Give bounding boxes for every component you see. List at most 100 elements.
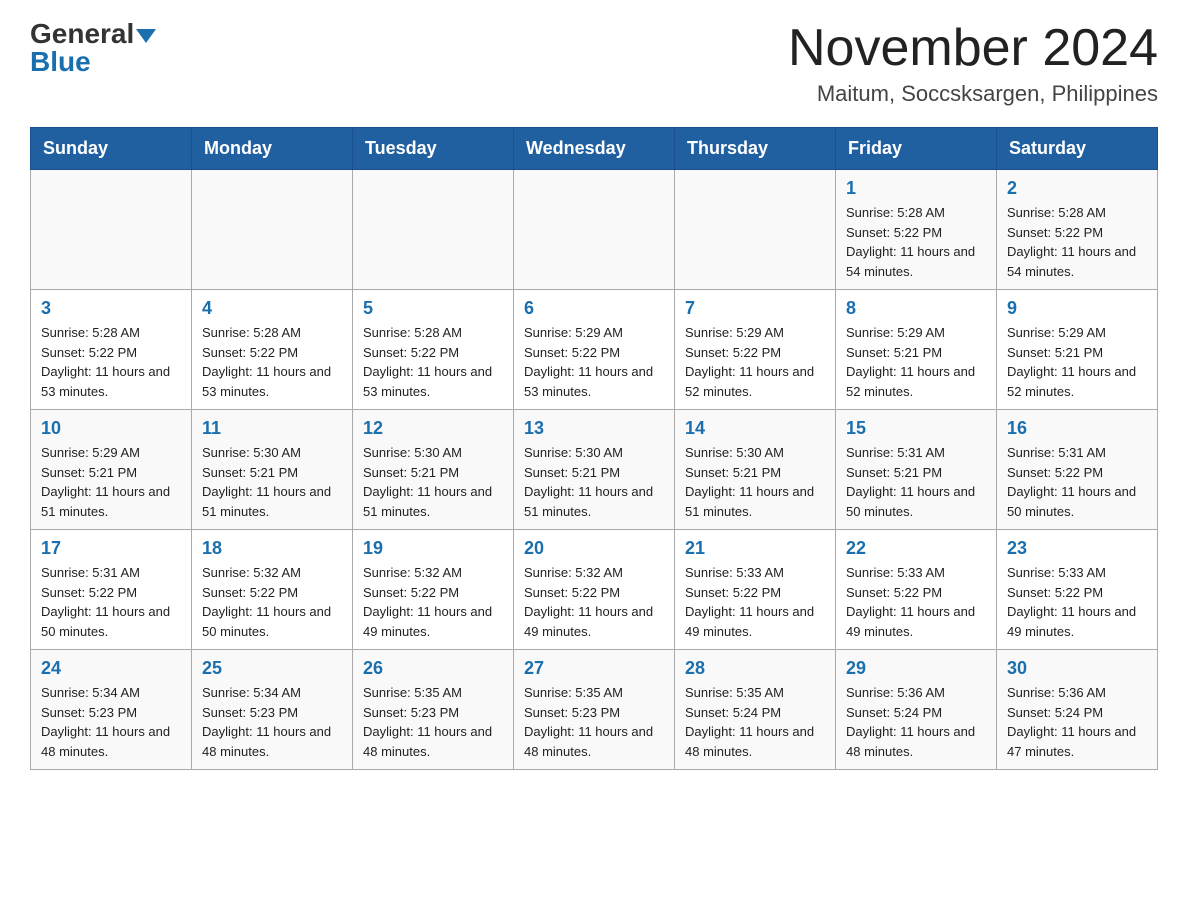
logo: General Blue xyxy=(30,20,156,76)
day-info: Sunrise: 5:28 AM Sunset: 5:22 PM Dayligh… xyxy=(202,323,342,401)
day-info: Sunrise: 5:36 AM Sunset: 5:24 PM Dayligh… xyxy=(846,683,986,761)
day-info: Sunrise: 5:30 AM Sunset: 5:21 PM Dayligh… xyxy=(363,443,503,521)
calendar-cell: 23 Sunrise: 5:33 AM Sunset: 5:22 PM Dayli… xyxy=(997,530,1158,650)
weekday-header-sunday: Sunday xyxy=(31,128,192,170)
calendar-cell: 13Sunrise: 5:30 AM Sunset: 5:21 PM Dayli… xyxy=(514,410,675,530)
calendar-cell: 7 Sunrise: 5:29 AM Sunset: 5:22 PM Daylig… xyxy=(675,290,836,410)
logo-general-label: General xyxy=(30,18,134,49)
day-number: 25 xyxy=(202,658,342,679)
day-info: Sunrise: 5:28 AM Sunset: 5:22 PM Dayligh… xyxy=(846,203,986,281)
weekday-header-friday: Friday xyxy=(836,128,997,170)
calendar-cell: 14Sunrise: 5:30 AM Sunset: 5:21 PM Dayli… xyxy=(675,410,836,530)
calendar-week-row: 24 Sunrise: 5:34 AM Sunset: 5:23 PM Dayli… xyxy=(31,650,1158,770)
day-info: Sunrise: 5:29 AM Sunset: 5:21 PM Dayligh… xyxy=(41,443,181,521)
day-number: 8 xyxy=(846,298,986,319)
day-number: 21 xyxy=(685,538,825,559)
calendar-cell: 20 Sunrise: 5:32 AM Sunset: 5:22 PM Dayli… xyxy=(514,530,675,650)
calendar-week-row: 3 Sunrise: 5:28 AM Sunset: 5:22 PM Daylig… xyxy=(31,290,1158,410)
weekday-header-wednesday: Wednesday xyxy=(514,128,675,170)
day-info: Sunrise: 5:31 AM Sunset: 5:22 PM Dayligh… xyxy=(41,563,181,641)
day-number: 16 xyxy=(1007,418,1147,439)
day-info: Sunrise: 5:32 AM Sunset: 5:22 PM Dayligh… xyxy=(363,563,503,641)
day-number: 29 xyxy=(846,658,986,679)
calendar-cell xyxy=(675,170,836,290)
calendar-cell: 3 Sunrise: 5:28 AM Sunset: 5:22 PM Daylig… xyxy=(31,290,192,410)
day-info: Sunrise: 5:33 AM Sunset: 5:22 PM Dayligh… xyxy=(846,563,986,641)
day-number: 18 xyxy=(202,538,342,559)
day-number: 11 xyxy=(202,418,342,439)
location-subtitle: Maitum, Soccsksargen, Philippines xyxy=(788,81,1158,107)
calendar-cell: 16 Sunrise: 5:31 AM Sunset: 5:22 PM Dayli… xyxy=(997,410,1158,530)
day-info: Sunrise: 5:29 AM Sunset: 5:21 PM Dayligh… xyxy=(1007,323,1147,401)
calendar-table: SundayMondayTuesdayWednesdayThursdayFrid… xyxy=(30,127,1158,770)
logo-blue-label: Blue xyxy=(30,46,91,77)
calendar-cell xyxy=(31,170,192,290)
calendar-cell: 15Sunrise: 5:31 AM Sunset: 5:21 PM Dayli… xyxy=(836,410,997,530)
weekday-header-thursday: Thursday xyxy=(675,128,836,170)
calendar-cell: 24 Sunrise: 5:34 AM Sunset: 5:23 PM Dayli… xyxy=(31,650,192,770)
day-number: 10 xyxy=(41,418,181,439)
day-info: Sunrise: 5:28 AM Sunset: 5:22 PM Dayligh… xyxy=(41,323,181,401)
day-number: 26 xyxy=(363,658,503,679)
calendar-cell: 10 Sunrise: 5:29 AM Sunset: 5:21 PM Dayli… xyxy=(31,410,192,530)
calendar-cell: 22 Sunrise: 5:33 AM Sunset: 5:22 PM Dayli… xyxy=(836,530,997,650)
calendar-cell: 28 Sunrise: 5:35 AM Sunset: 5:24 PM Dayli… xyxy=(675,650,836,770)
page-header: General Blue November 2024 Maitum, Soccs… xyxy=(30,20,1158,107)
calendar-week-row: 17Sunrise: 5:31 AM Sunset: 5:22 PM Dayli… xyxy=(31,530,1158,650)
day-info: Sunrise: 5:35 AM Sunset: 5:24 PM Dayligh… xyxy=(685,683,825,761)
weekday-header-monday: Monday xyxy=(192,128,353,170)
calendar-week-row: 10 Sunrise: 5:29 AM Sunset: 5:21 PM Dayli… xyxy=(31,410,1158,530)
calendar-cell: 9 Sunrise: 5:29 AM Sunset: 5:21 PM Daylig… xyxy=(997,290,1158,410)
calendar-cell: 26Sunrise: 5:35 AM Sunset: 5:23 PM Dayli… xyxy=(353,650,514,770)
day-number: 20 xyxy=(524,538,664,559)
calendar-cell: 30 Sunrise: 5:36 AM Sunset: 5:24 PM Dayli… xyxy=(997,650,1158,770)
calendar-cell: 2Sunrise: 5:28 AM Sunset: 5:22 PM Daylig… xyxy=(997,170,1158,290)
calendar-cell: 12 Sunrise: 5:30 AM Sunset: 5:21 PM Dayli… xyxy=(353,410,514,530)
day-info: Sunrise: 5:29 AM Sunset: 5:22 PM Dayligh… xyxy=(524,323,664,401)
day-number: 23 xyxy=(1007,538,1147,559)
day-info: Sunrise: 5:32 AM Sunset: 5:22 PM Dayligh… xyxy=(202,563,342,641)
day-info: Sunrise: 5:29 AM Sunset: 5:21 PM Dayligh… xyxy=(846,323,986,401)
day-info: Sunrise: 5:34 AM Sunset: 5:23 PM Dayligh… xyxy=(41,683,181,761)
calendar-cell: 29 Sunrise: 5:36 AM Sunset: 5:24 PM Dayli… xyxy=(836,650,997,770)
day-number: 13 xyxy=(524,418,664,439)
day-info: Sunrise: 5:31 AM Sunset: 5:22 PM Dayligh… xyxy=(1007,443,1147,521)
day-number: 9 xyxy=(1007,298,1147,319)
day-number: 12 xyxy=(363,418,503,439)
logo-blue-text: Blue xyxy=(30,48,91,76)
day-number: 1 xyxy=(846,178,986,199)
calendar-cell: 1 Sunrise: 5:28 AM Sunset: 5:22 PM Daylig… xyxy=(836,170,997,290)
day-number: 30 xyxy=(1007,658,1147,679)
day-info: Sunrise: 5:33 AM Sunset: 5:22 PM Dayligh… xyxy=(1007,563,1147,641)
calendar-cell xyxy=(514,170,675,290)
calendar-cell: 18 Sunrise: 5:32 AM Sunset: 5:22 PM Dayli… xyxy=(192,530,353,650)
day-info: Sunrise: 5:28 AM Sunset: 5:22 PM Dayligh… xyxy=(363,323,503,401)
day-number: 6 xyxy=(524,298,664,319)
calendar-cell: 17Sunrise: 5:31 AM Sunset: 5:22 PM Dayli… xyxy=(31,530,192,650)
day-number: 14 xyxy=(685,418,825,439)
day-info: Sunrise: 5:35 AM Sunset: 5:23 PM Dayligh… xyxy=(524,683,664,761)
calendar-cell: 6 Sunrise: 5:29 AM Sunset: 5:22 PM Daylig… xyxy=(514,290,675,410)
calendar-cell: 5 Sunrise: 5:28 AM Sunset: 5:22 PM Daylig… xyxy=(353,290,514,410)
calendar-cell: 25Sunrise: 5:34 AM Sunset: 5:23 PM Dayli… xyxy=(192,650,353,770)
calendar-cell: 11 Sunrise: 5:30 AM Sunset: 5:21 PM Dayli… xyxy=(192,410,353,530)
day-number: 5 xyxy=(363,298,503,319)
logo-general-text: General xyxy=(30,20,156,48)
calendar-cell: 8 Sunrise: 5:29 AM Sunset: 5:21 PM Daylig… xyxy=(836,290,997,410)
day-info: Sunrise: 5:36 AM Sunset: 5:24 PM Dayligh… xyxy=(1007,683,1147,761)
day-number: 7 xyxy=(685,298,825,319)
weekday-header-saturday: Saturday xyxy=(997,128,1158,170)
day-number: 22 xyxy=(846,538,986,559)
day-info: Sunrise: 5:32 AM Sunset: 5:22 PM Dayligh… xyxy=(524,563,664,641)
calendar-cell: 19Sunrise: 5:32 AM Sunset: 5:22 PM Dayli… xyxy=(353,530,514,650)
day-number: 3 xyxy=(41,298,181,319)
calendar-cell xyxy=(192,170,353,290)
day-number: 4 xyxy=(202,298,342,319)
day-info: Sunrise: 5:28 AM Sunset: 5:22 PM Dayligh… xyxy=(1007,203,1147,281)
day-info: Sunrise: 5:30 AM Sunset: 5:21 PM Dayligh… xyxy=(202,443,342,521)
day-info: Sunrise: 5:29 AM Sunset: 5:22 PM Dayligh… xyxy=(685,323,825,401)
day-number: 28 xyxy=(685,658,825,679)
logo-triangle-icon xyxy=(136,29,156,43)
calendar-cell: 4 Sunrise: 5:28 AM Sunset: 5:22 PM Daylig… xyxy=(192,290,353,410)
day-number: 24 xyxy=(41,658,181,679)
